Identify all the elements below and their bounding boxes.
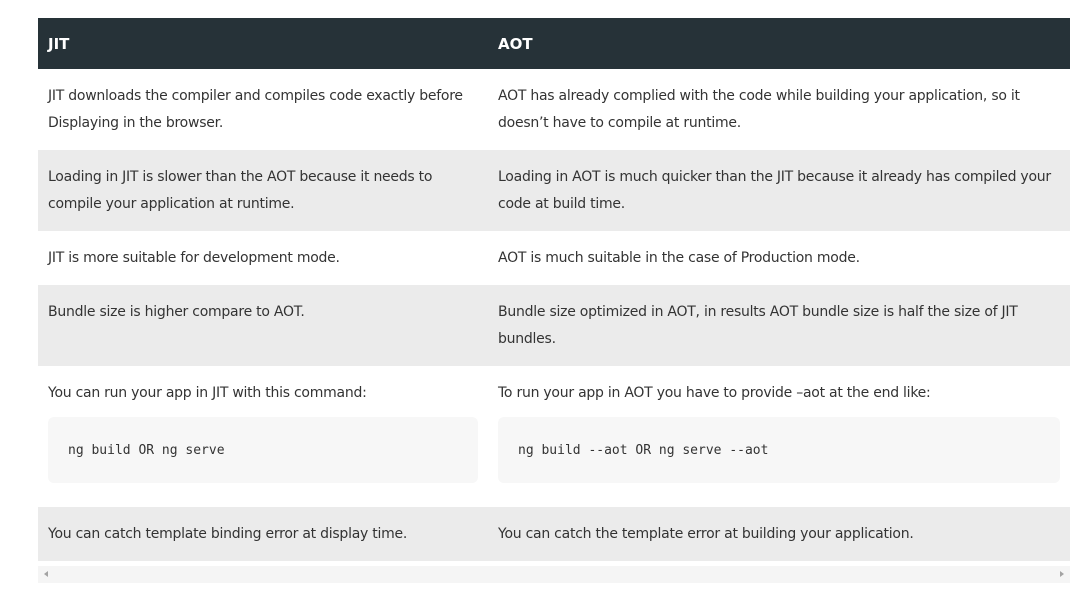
aot-command-cell: To run your app in AOT you have to provi…: [488, 366, 1070, 507]
aot-command-text: To run your app in AOT you have to provi…: [498, 385, 931, 401]
header-jit: JIT: [38, 18, 488, 69]
jit-cell: Loading in JIT is slower than the AOT be…: [38, 150, 488, 231]
scroll-right-arrow-icon[interactable]: [1060, 571, 1064, 577]
table-row: JIT downloads the compiler and compiles …: [38, 69, 1070, 150]
jit-cell: You can catch template binding error at …: [38, 507, 488, 561]
table-row: You can catch template binding error at …: [38, 507, 1070, 561]
table-row: You can run your app in JIT with this co…: [38, 366, 1070, 507]
header-aot: AOT: [488, 18, 1070, 69]
table-header: JIT AOT: [38, 18, 1070, 69]
jit-vs-aot-table: JIT AOT JIT downloads the compiler and c…: [38, 18, 1070, 561]
aot-cell: AOT is much suitable in the case of Prod…: [488, 231, 1070, 285]
aot-cell: You can catch the template error at buil…: [488, 507, 1070, 561]
jit-cell: JIT downloads the compiler and compiles …: [38, 69, 488, 150]
table-row: Loading in JIT is slower than the AOT be…: [38, 150, 1070, 231]
aot-code[interactable]: ng build --aot OR ng serve --aot: [518, 437, 768, 464]
table-row: JIT is more suitable for development mod…: [38, 231, 1070, 285]
jit-code[interactable]: ng build OR ng serve: [68, 437, 225, 464]
aot-cell: Loading in AOT is much quicker than the …: [488, 150, 1070, 231]
table-body: JIT downloads the compiler and compiles …: [38, 69, 1070, 561]
horizontal-scrollbar[interactable]: [38, 566, 1070, 583]
jit-cell: Bundle size is higher compare to AOT.: [38, 285, 488, 366]
aot-code-block[interactable]: ng build --aot OR ng serve --aot: [498, 417, 1060, 483]
jit-code-block[interactable]: ng build OR ng serve: [48, 417, 478, 483]
jit-command-text: You can run your app in JIT with this co…: [48, 385, 367, 401]
header-row: JIT AOT: [38, 18, 1070, 69]
scroll-left-arrow-icon[interactable]: [44, 571, 48, 577]
jit-cell: JIT is more suitable for development mod…: [38, 231, 488, 285]
jit-command-cell: You can run your app in JIT with this co…: [38, 366, 488, 507]
comparison-table-container: JIT AOT JIT downloads the compiler and c…: [38, 18, 1070, 561]
table-row: Bundle size is higher compare to AOT. Bu…: [38, 285, 1070, 366]
aot-cell: AOT has already complied with the code w…: [488, 69, 1070, 150]
aot-cell: Bundle size optimized in AOT, in results…: [488, 285, 1070, 366]
